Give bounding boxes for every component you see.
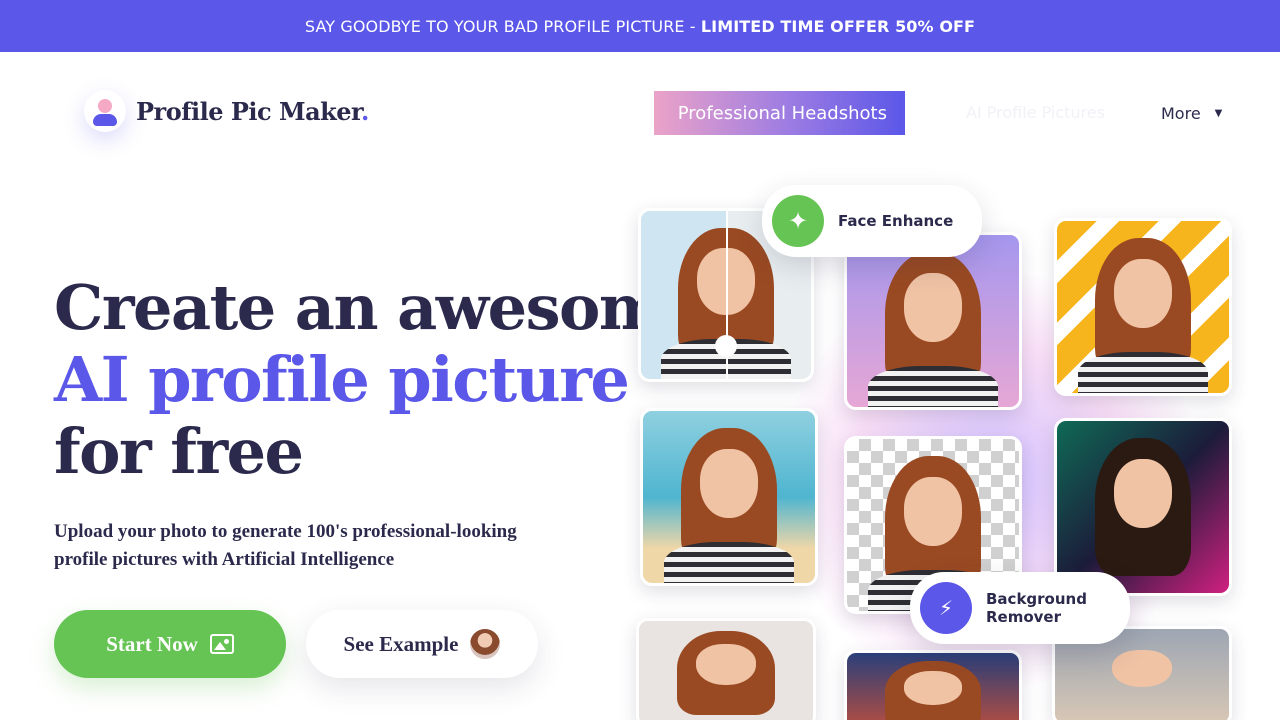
face-enhance-label: Face Enhance [838,212,954,230]
portrait-hero-costume [844,650,1022,720]
background-remover-badge: ⚡ Background Remover [910,572,1130,644]
portrait-beach [640,408,818,586]
compare-handle-icon [715,335,737,357]
portrait-neon-headphones [1054,418,1232,596]
sparkle-icon: ✦ [772,195,824,247]
logo-dot: . [360,96,369,126]
user-avatar-icon [84,90,126,132]
image-icon [209,634,234,654]
portrait-gradient-bg [844,232,1022,410]
portrait-yellow-pattern [1054,218,1232,396]
bg-remover-label-2: Remover [986,608,1062,626]
banner-offer: LIMITED TIME OFFER 50% OFF [700,16,976,36]
hero-title-line2: AI profile picture [54,343,630,416]
hero-title-line1: Create an awesome [54,271,702,344]
example-collage: ✦ Face Enhance ⚡ Background Remover [630,180,1280,720]
headshots-label: Professional Headshots [677,102,887,124]
nav-more-menu[interactable]: More ▼ [1161,104,1222,123]
hero-subtitle: Upload your photo to generate 100's prof… [54,521,517,570]
start-now-button[interactable]: Start Now [54,610,286,678]
site-logo[interactable]: Profile Pic Maker. [84,90,369,132]
start-now-label: Start Now [106,631,198,656]
caret-down-icon: ▼ [1214,108,1223,119]
hero-title: Create an awesome AI profile picture for… [54,271,702,488]
logo-name: Profile Pic Maker [136,96,361,126]
example-avatar-thumbnail [470,629,501,659]
hero-title-line3: for free [54,415,304,488]
magic-wand-icon: ⚡ [920,582,972,634]
more-label: More [1161,104,1201,123]
professional-headshots-button[interactable]: Professional Headshots [654,91,905,135]
banner-text: SAY GOODBYE TO YOUR BAD PROFILE PICTURE … [304,16,696,36]
portrait-bottom-left [636,618,816,720]
nav-ai-profile-pictures[interactable]: AI Profile Pictures [966,103,1105,122]
bg-remover-label-1: Background [986,590,1087,608]
face-enhance-badge: ✦ Face Enhance [762,185,982,257]
see-example-button[interactable]: See Example [306,610,538,678]
see-example-label: See Example [343,631,459,656]
promo-banner[interactable]: SAY GOODBYE TO YOUR BAD PROFILE PICTURE … [0,0,1280,52]
